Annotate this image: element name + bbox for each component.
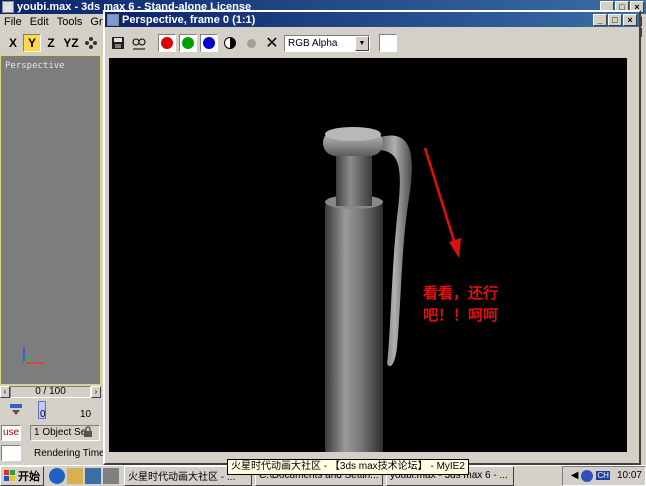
chevron-down-icon[interactable]: ▼ — [355, 35, 369, 51]
tick-start-label: 0 — [40, 409, 46, 420]
mono-channel-button[interactable] — [242, 34, 260, 52]
channel-select[interactable]: RGB Alpha ▼ — [284, 34, 370, 52]
channel-select-value: RGB Alpha — [288, 37, 338, 49]
clone-icon[interactable] — [130, 34, 148, 52]
listener-box[interactable]: use — [1, 425, 21, 441]
render-window-titlebar: Perspective, frame 0 (1:1) — [105, 12, 639, 27]
render-window-icon — [107, 13, 119, 26]
render-close-button[interactable]: × — [623, 14, 637, 26]
color-swatch[interactable] — [379, 34, 397, 52]
axis-toolbar: X Y Z YZ — [0, 32, 110, 54]
render-canvas: 看看，还行 吧！！呵呵 — [109, 58, 627, 452]
start-button[interactable]: 开始 — [0, 465, 44, 486]
axis-yz-button[interactable]: YZ — [61, 34, 81, 52]
desktop-icon[interactable] — [85, 467, 101, 484]
alpha-channel-button[interactable] — [221, 34, 239, 52]
windows-logo-icon — [4, 469, 15, 481]
perspective-viewport[interactable]: Perspective — [0, 55, 101, 385]
viewport-label: Perspective — [5, 61, 65, 71]
red-dot-icon — [161, 37, 173, 49]
menu-tools[interactable]: Tools — [53, 14, 87, 31]
render-window-title: Perspective, frame 0 (1:1) — [122, 13, 256, 26]
tick-end-label: 10 — [80, 409, 92, 420]
render-window-controls: _ □ × — [593, 14, 637, 26]
annotation-text: 看看，还行 吧！！呵呵 — [423, 282, 498, 326]
taskbar-tooltip: 火星时代动画大社区 - 【3ds max技术论坛】 - MyIE2 — [227, 459, 469, 475]
lock-icon[interactable] — [82, 426, 94, 441]
save-icon[interactable] — [109, 34, 127, 52]
snap-icon[interactable] — [82, 34, 100, 52]
folder-icon[interactable] — [67, 467, 83, 484]
pen-render-image — [323, 127, 461, 452]
green-dot-icon — [182, 37, 194, 49]
menu-bar: File Edit Tools Grou — [0, 14, 115, 31]
blue-channel-button[interactable] — [200, 34, 218, 52]
frame-counter[interactable]: 0 / 100 — [10, 386, 91, 398]
mono-dot-icon — [246, 38, 256, 48]
annotation-line-2: 吧！！呵呵 — [423, 306, 499, 324]
render-toolbar: ✕ RGB Alpha ▼ — [109, 32, 629, 54]
track-bar[interactable]: 0 10 — [0, 399, 101, 421]
task-forum-label: 火星时代动画大社区 - ... — [128, 472, 236, 483]
quick-launch — [47, 467, 121, 484]
key-filter-icon[interactable] — [8, 401, 24, 417]
system-tray: ◀ CH 10:07 — [562, 465, 646, 486]
axis-x-button[interactable]: X — [4, 34, 22, 52]
green-channel-button[interactable] — [179, 34, 197, 52]
app-quick-icon[interactable] — [103, 467, 119, 484]
annotation-line-1: 看看，还行 — [423, 284, 499, 302]
time-next-icon[interactable]: › — [91, 386, 101, 398]
red-channel-button[interactable] — [158, 34, 176, 52]
alpha-icon — [224, 37, 236, 49]
axis-z-button[interactable]: Z — [42, 34, 60, 52]
rendering-time-label: Rendering Time — [34, 448, 105, 459]
speaker-icon[interactable]: ◀ — [571, 470, 579, 481]
axis-tripod-icon — [23, 347, 43, 364]
axis-y-button[interactable]: Y — [23, 34, 41, 52]
render-maximize-button[interactable]: □ — [608, 14, 622, 26]
clock[interactable]: 10:07 — [617, 470, 642, 481]
blue-dot-icon — [203, 37, 215, 49]
time-slider[interactable]: ‹ 0 / 100 › — [0, 386, 101, 398]
start-label: 开始 — [18, 470, 40, 483]
clear-icon[interactable]: ✕ — [263, 34, 281, 52]
maxscript-box[interactable] — [1, 445, 21, 461]
menu-edit[interactable]: Edit — [26, 14, 53, 31]
menu-file[interactable]: File — [0, 14, 26, 31]
ie-icon[interactable] — [49, 467, 65, 484]
language-indicator[interactable]: CH — [596, 471, 610, 480]
render-minimize-button[interactable]: _ — [593, 14, 607, 26]
app-icon — [2, 1, 14, 13]
input-method-icon[interactable] — [581, 469, 594, 482]
render-window: Perspective, frame 0 (1:1) _ □ × ✕ RGB A… — [103, 10, 641, 465]
time-prev-icon[interactable]: ‹ — [0, 386, 10, 398]
